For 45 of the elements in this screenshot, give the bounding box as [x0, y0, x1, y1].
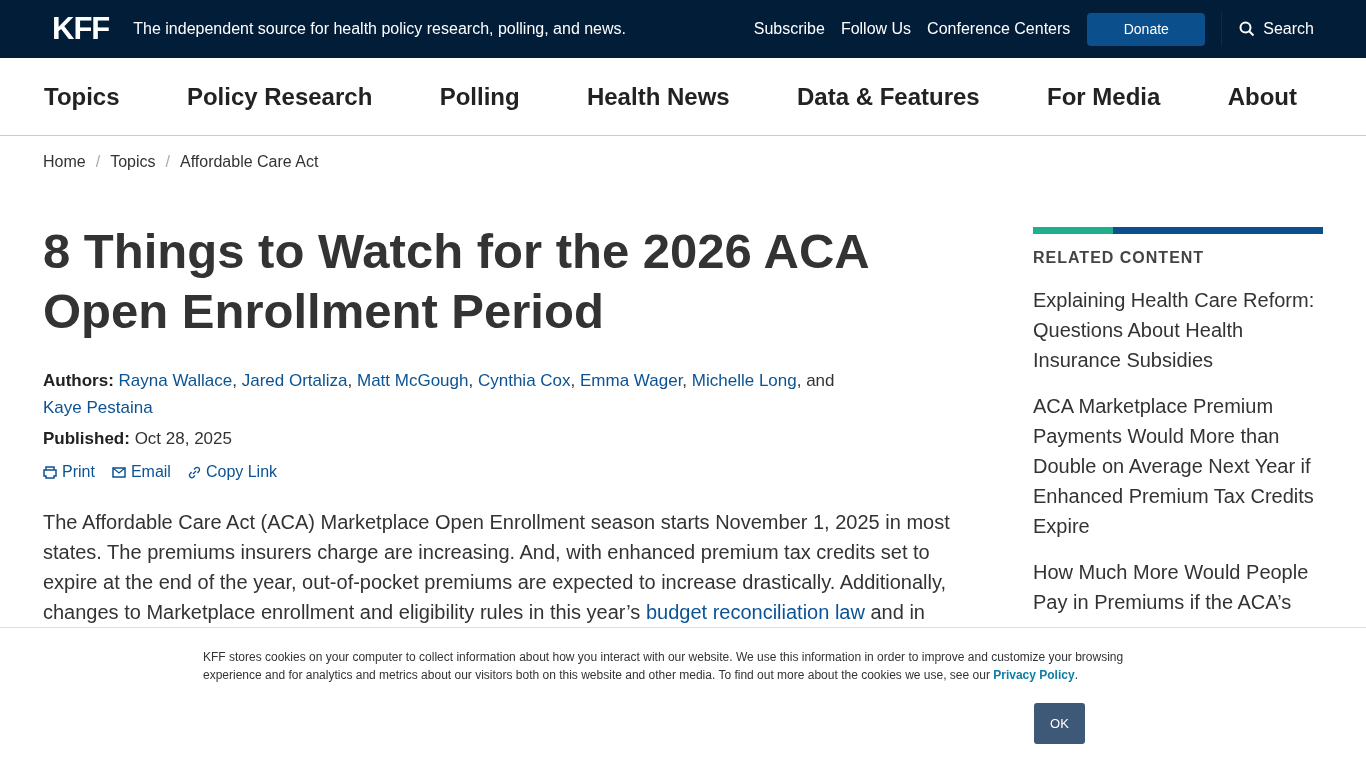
- nav-item[interactable]: Data & Features: [796, 82, 980, 111]
- author-link[interactable]: Jared Ortaliza: [241, 371, 348, 390]
- search-icon: [1239, 21, 1256, 37]
- header-link[interactable]: Subscribe: [753, 20, 825, 38]
- author-link[interactable]: Emma Wager: [580, 371, 683, 390]
- author-link[interactable]: Cynthia Cox: [477, 371, 571, 390]
- author-link[interactable]: Rayna Wallace: [118, 371, 233, 390]
- article-paragraph: The Affordable Care Act (ACA) Marketplace Open Enrollment season starts November 1, 2025 in most states. The premiums insurers charge are increasing. And, with enhanced premium tax credits set to expire at the end of the year, out-of-pocket premiums are expected to increase drastically. Additionally, changes to Marketplace enrollment and eligibility rules in this year’s budget reconciliation law and in: [43, 510, 951, 625]
- donate-button[interactable]: Donate: [1087, 12, 1206, 46]
- breadcrumb-separator: /: [165, 153, 170, 171]
- authors-line: Authors: Rayna Wallace, Jared Ortaliza, Matt McGough, Cynthia Cox, Emma Wager, Michelle Long, and Kaye Pestaina: [43, 370, 836, 419]
- related-link[interactable]: How Much More Would People Pay in Premiums if the ACA’s: [1033, 557, 1323, 617]
- header-link[interactable]: Conference Centers: [927, 20, 1071, 38]
- nav-item[interactable]: Health News: [586, 82, 730, 111]
- nav-item[interactable]: Polling: [439, 82, 520, 111]
- breadcrumb-link[interactable]: Affordable Care Act: [179, 153, 319, 171]
- nav-item[interactable]: About: [1227, 82, 1297, 111]
- ok-button[interactable]: OK: [1034, 703, 1085, 744]
- cookie-notice: KFF stores cookies on your computer to collect information about how you interact with our website. We use this information in order to improve and customize your browsing experience and for analytics and metrics about our visitors both on this website and other media. To find out more about the cookies we use, see our Privacy Policy.: [203, 649, 1125, 684]
- inline-link[interactable]: budget reconciliation law: [645, 601, 865, 623]
- author-link[interactable]: Michelle Long: [691, 371, 797, 390]
- envelope-icon: [111, 466, 126, 478]
- link-icon: [187, 465, 201, 479]
- tagline: The independent source for health policy research, polling, and news.: [133, 20, 627, 38]
- breadcrumb-link[interactable]: Home: [43, 153, 86, 171]
- email-link[interactable]: Email: [111, 463, 171, 481]
- related-link[interactable]: Explaining Health Care Reform: Questions About Health Insurance Subsidies: [1033, 285, 1323, 375]
- nav-item[interactable]: Topics: [44, 82, 120, 111]
- related-link[interactable]: ACA Marketplace Premium Payments Would More than Double on Average Next Year if Enhanced Premium Tax Credits Expire: [1033, 391, 1323, 541]
- section-heading: RELATED CONTENT: [1033, 249, 1206, 267]
- nav-item[interactable]: Policy Research: [186, 82, 373, 111]
- print-link[interactable]: Print: [43, 463, 95, 481]
- logo[interactable]: KFF: [52, 11, 110, 47]
- header-link[interactable]: Follow Us: [840, 20, 912, 38]
- breadcrumb-link[interactable]: Topics: [110, 153, 156, 171]
- search-button[interactable]: Search: [1221, 12, 1314, 46]
- link-link[interactable]: Copy Link: [187, 463, 278, 481]
- published-date: Published: Oct 28, 2025: [43, 428, 233, 450]
- nav-item[interactable]: For Media: [1047, 82, 1161, 111]
- privacy-policy-link[interactable]: Privacy Policy: [993, 668, 1075, 682]
- author-link[interactable]: Matt McGough: [357, 371, 469, 390]
- breadcrumb-separator: /: [95, 153, 101, 171]
- printer-icon: [43, 465, 57, 479]
- author-link[interactable]: Kaye Pestaina: [43, 398, 153, 417]
- article-title: 8 Things to Watch for the 2026 ACA Open Enrollment Period: [43, 223, 869, 340]
